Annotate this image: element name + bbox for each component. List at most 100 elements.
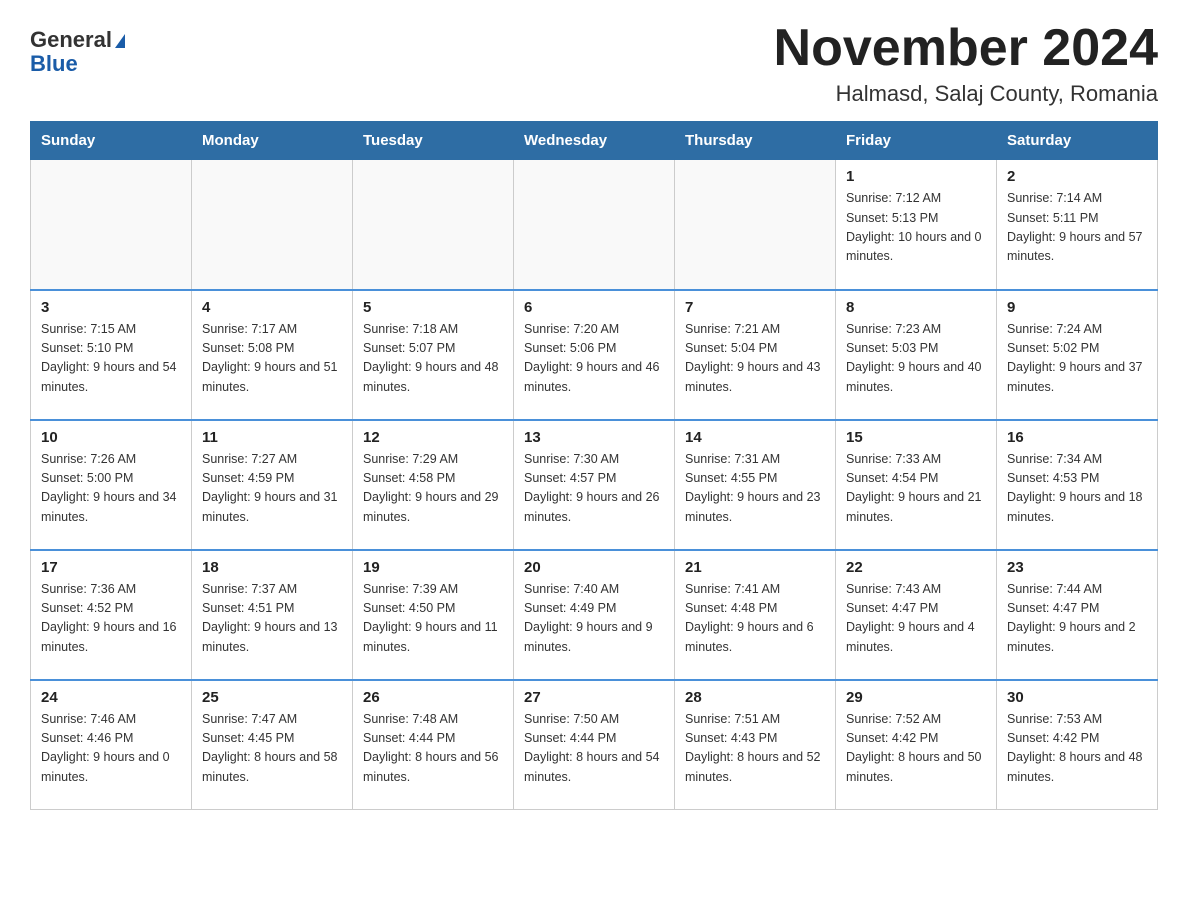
calendar-day-cell: 24Sunrise: 7:46 AMSunset: 4:46 PMDayligh… — [31, 680, 192, 810]
day-sun-info: Sunrise: 7:12 AMSunset: 5:13 PMDaylight:… — [846, 189, 986, 267]
day-sun-info: Sunrise: 7:15 AMSunset: 5:10 PMDaylight:… — [41, 320, 181, 398]
logo: General Blue — [30, 28, 125, 76]
calendar-day-cell: 19 Sunrise: 7:39 AMSunset: 4:50 PMDayligh… — [353, 550, 514, 680]
day-number: 7 — [685, 299, 825, 316]
calendar-day-cell — [31, 160, 192, 290]
calendar-day-cell: 26 Sunrise: 7:48 AMSunset: 4:44 PMDayligh… — [353, 680, 514, 810]
day-number: 29 — [846, 689, 986, 706]
day-number: 8 — [846, 299, 986, 316]
day-number: 21 — [685, 559, 825, 576]
day-number: 3 — [41, 299, 181, 316]
day-number: 13 — [524, 429, 664, 446]
day-number: 26 — [363, 689, 503, 706]
calendar-day-cell: 13 Sunrise: 7:30 AMSunset: 4:57 PMDayligh… — [514, 420, 675, 550]
calendar-day-cell — [353, 160, 514, 290]
day-sun-info: Sunrise: 7:37 AMSunset: 4:51 PMDaylight:… — [202, 580, 342, 658]
calendar-week-row: 24Sunrise: 7:46 AMSunset: 4:46 PMDayligh… — [31, 680, 1158, 810]
title-block: November 2024 Halmasd, Salaj County, Rom… — [774, 20, 1158, 107]
calendar-day-cell: 28 Sunrise: 7:51 AMSunset: 4:43 PMDayligh… — [675, 680, 836, 810]
calendar-day-cell — [192, 160, 353, 290]
day-sun-info: Sunrise: 7:27 AMSunset: 4:59 PMDaylight:… — [202, 450, 342, 528]
day-number: 2 — [1007, 168, 1147, 185]
day-of-week-header: Monday — [192, 122, 353, 160]
day-number: 6 — [524, 299, 664, 316]
day-sun-info: Sunrise: 7:18 AMSunset: 5:07 PMDaylight:… — [363, 320, 503, 398]
day-number: 17 — [41, 559, 181, 576]
logo-general-text: General — [30, 27, 112, 52]
day-sun-info: Sunrise: 7:44 AMSunset: 4:47 PMDaylight:… — [1007, 580, 1147, 658]
calendar-day-cell: 8Sunrise: 7:23 AMSunset: 5:03 PMDaylight… — [836, 290, 997, 420]
calendar-subtitle: Halmasd, Salaj County, Romania — [774, 81, 1158, 107]
day-sun-info: Sunrise: 7:39 AMSunset: 4:50 PMDaylight:… — [363, 580, 503, 658]
calendar-day-cell: 9 Sunrise: 7:24 AMSunset: 5:02 PMDaylight… — [997, 290, 1158, 420]
logo-blue-text: Blue — [30, 51, 78, 76]
calendar-day-cell: 21 Sunrise: 7:41 AMSunset: 4:48 PMDayligh… — [675, 550, 836, 680]
day-number: 30 — [1007, 689, 1147, 706]
day-sun-info: Sunrise: 7:36 AMSunset: 4:52 PMDaylight:… — [41, 580, 181, 658]
calendar-table: SundayMondayTuesdayWednesdayThursdayFrid… — [30, 121, 1158, 810]
day-sun-info: Sunrise: 7:14 AMSunset: 5:11 PMDaylight:… — [1007, 189, 1147, 267]
day-number: 20 — [524, 559, 664, 576]
day-number: 5 — [363, 299, 503, 316]
day-sun-info: Sunrise: 7:53 AMSunset: 4:42 PMDaylight:… — [1007, 710, 1147, 788]
calendar-day-cell: 3 Sunrise: 7:15 AMSunset: 5:10 PMDaylight… — [31, 290, 192, 420]
calendar-day-cell: 27Sunrise: 7:50 AMSunset: 4:44 PMDayligh… — [514, 680, 675, 810]
calendar-day-cell: 16Sunrise: 7:34 AMSunset: 4:53 PMDayligh… — [997, 420, 1158, 550]
page-header: General Blue November 2024 Halmasd, Sala… — [30, 20, 1158, 107]
calendar-day-cell: 4Sunrise: 7:17 AMSunset: 5:08 PMDaylight… — [192, 290, 353, 420]
day-number: 1 — [846, 168, 986, 185]
day-number: 28 — [685, 689, 825, 706]
day-sun-info: Sunrise: 7:41 AMSunset: 4:48 PMDaylight:… — [685, 580, 825, 658]
calendar-week-row: 1 Sunrise: 7:12 AMSunset: 5:13 PMDaylight… — [31, 160, 1158, 290]
day-number: 15 — [846, 429, 986, 446]
calendar-day-cell: 5 Sunrise: 7:18 AMSunset: 5:07 PMDaylight… — [353, 290, 514, 420]
day-sun-info: Sunrise: 7:21 AMSunset: 5:04 PMDaylight:… — [685, 320, 825, 398]
day-sun-info: Sunrise: 7:51 AMSunset: 4:43 PMDaylight:… — [685, 710, 825, 788]
day-sun-info: Sunrise: 7:24 AMSunset: 5:02 PMDaylight:… — [1007, 320, 1147, 398]
day-of-week-header: Tuesday — [353, 122, 514, 160]
day-number: 22 — [846, 559, 986, 576]
day-number: 25 — [202, 689, 342, 706]
day-sun-info: Sunrise: 7:47 AMSunset: 4:45 PMDaylight:… — [202, 710, 342, 788]
calendar-day-cell: 20 Sunrise: 7:40 AMSunset: 4:49 PMDayligh… — [514, 550, 675, 680]
day-number: 23 — [1007, 559, 1147, 576]
day-number: 9 — [1007, 299, 1147, 316]
calendar-week-row: 10 Sunrise: 7:26 AMSunset: 5:00 PMDayligh… — [31, 420, 1158, 550]
day-of-week-header: Wednesday — [514, 122, 675, 160]
day-sun-info: Sunrise: 7:43 AMSunset: 4:47 PMDaylight:… — [846, 580, 986, 658]
calendar-day-cell: 18Sunrise: 7:37 AMSunset: 4:51 PMDayligh… — [192, 550, 353, 680]
calendar-day-cell: 30 Sunrise: 7:53 AMSunset: 4:42 PMDayligh… — [997, 680, 1158, 810]
day-number: 19 — [363, 559, 503, 576]
calendar-week-row: 3 Sunrise: 7:15 AMSunset: 5:10 PMDaylight… — [31, 290, 1158, 420]
day-sun-info: Sunrise: 7:26 AMSunset: 5:00 PMDaylight:… — [41, 450, 181, 528]
calendar-day-cell: 7 Sunrise: 7:21 AMSunset: 5:04 PMDaylight… — [675, 290, 836, 420]
calendar-day-cell — [514, 160, 675, 290]
calendar-week-row: 17 Sunrise: 7:36 AMSunset: 4:52 PMDayligh… — [31, 550, 1158, 680]
calendar-day-cell: 25 Sunrise: 7:47 AMSunset: 4:45 PMDayligh… — [192, 680, 353, 810]
calendar-day-cell: 2 Sunrise: 7:14 AMSunset: 5:11 PMDaylight… — [997, 160, 1158, 290]
calendar-day-cell: 11 Sunrise: 7:27 AMSunset: 4:59 PMDayligh… — [192, 420, 353, 550]
calendar-day-cell: 14Sunrise: 7:31 AMSunset: 4:55 PMDayligh… — [675, 420, 836, 550]
day-sun-info: Sunrise: 7:40 AMSunset: 4:49 PMDaylight:… — [524, 580, 664, 658]
day-sun-info: Sunrise: 7:20 AMSunset: 5:06 PMDaylight:… — [524, 320, 664, 398]
day-sun-info: Sunrise: 7:52 AMSunset: 4:42 PMDaylight:… — [846, 710, 986, 788]
logo-triangle-icon — [115, 34, 125, 48]
day-sun-info: Sunrise: 7:31 AMSunset: 4:55 PMDaylight:… — [685, 450, 825, 528]
calendar-header-row: SundayMondayTuesdayWednesdayThursdayFrid… — [31, 122, 1158, 160]
calendar-title: November 2024 — [774, 20, 1158, 77]
day-sun-info: Sunrise: 7:46 AMSunset: 4:46 PMDaylight:… — [41, 710, 181, 788]
calendar-day-cell: 22 Sunrise: 7:43 AMSunset: 4:47 PMDayligh… — [836, 550, 997, 680]
day-number: 12 — [363, 429, 503, 446]
calendar-day-cell — [675, 160, 836, 290]
calendar-day-cell: 15Sunrise: 7:33 AMSunset: 4:54 PMDayligh… — [836, 420, 997, 550]
day-sun-info: Sunrise: 7:48 AMSunset: 4:44 PMDaylight:… — [363, 710, 503, 788]
day-sun-info: Sunrise: 7:29 AMSunset: 4:58 PMDaylight:… — [363, 450, 503, 528]
calendar-day-cell: 1 Sunrise: 7:12 AMSunset: 5:13 PMDaylight… — [836, 160, 997, 290]
day-number: 10 — [41, 429, 181, 446]
calendar-day-cell: 10 Sunrise: 7:26 AMSunset: 5:00 PMDayligh… — [31, 420, 192, 550]
day-of-week-header: Friday — [836, 122, 997, 160]
day-of-week-header: Sunday — [31, 122, 192, 160]
calendar-day-cell: 29 Sunrise: 7:52 AMSunset: 4:42 PMDayligh… — [836, 680, 997, 810]
day-sun-info: Sunrise: 7:30 AMSunset: 4:57 PMDaylight:… — [524, 450, 664, 528]
day-number: 11 — [202, 429, 342, 446]
